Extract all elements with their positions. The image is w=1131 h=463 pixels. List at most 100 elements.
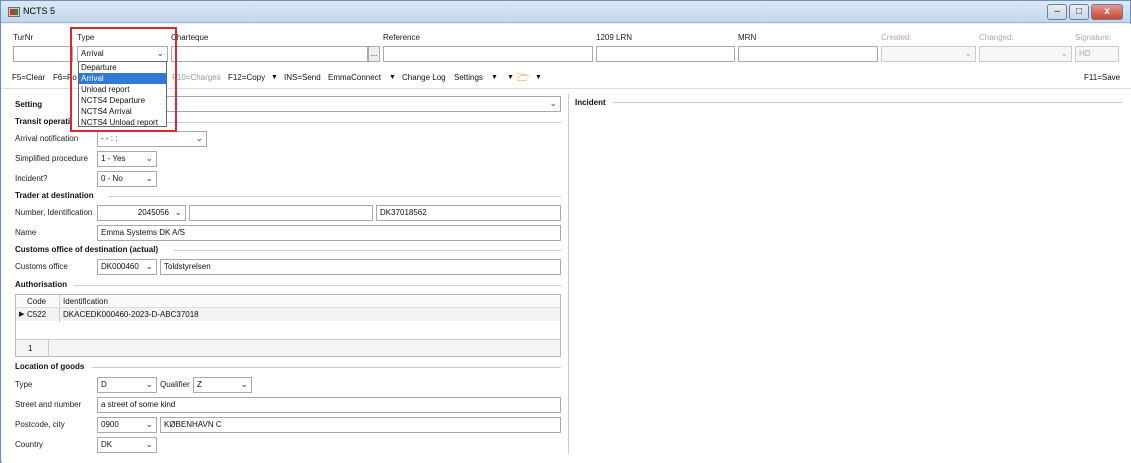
identification-input[interactable]: DK37018562 bbox=[376, 205, 561, 221]
number-select[interactable]: 2045056 ⌄ bbox=[97, 205, 186, 221]
chevron-down-icon: ⌄ bbox=[549, 98, 557, 108]
clear-button[interactable]: F5=Clear bbox=[12, 73, 45, 82]
section-divider bbox=[109, 196, 561, 197]
number-identification-label: Number, Identification bbox=[15, 208, 93, 217]
authorisation-section-title: Authorisation bbox=[15, 280, 67, 289]
city-input[interactable]: KØBENHAVN C bbox=[160, 417, 561, 433]
app-icon bbox=[8, 7, 20, 17]
location-type-select[interactable]: D ⌄ bbox=[97, 377, 157, 393]
send-button[interactable]: INS=Send bbox=[284, 73, 321, 82]
turnr-label: TurNr bbox=[13, 33, 34, 42]
column-header-code[interactable]: Code bbox=[27, 297, 46, 306]
charteque-browse-button[interactable]: ... bbox=[368, 46, 380, 62]
signature-label: Signature: bbox=[1075, 33, 1112, 42]
settings-dropdown-icon[interactable]: ▼ bbox=[491, 74, 498, 81]
chevron-down-icon: ⌄ bbox=[1060, 48, 1068, 58]
auth-identification-cell[interactable]: DKACEDK000460-2023-D-ABC37018 bbox=[63, 310, 199, 319]
simplified-procedure-select[interactable]: 1 - Yes ⌄ bbox=[97, 151, 157, 167]
section-divider bbox=[613, 102, 1122, 103]
mrn-input[interactable] bbox=[738, 46, 878, 62]
street-input[interactable]: a street of some kind bbox=[97, 397, 561, 413]
street-label: Street and number bbox=[15, 400, 82, 409]
customs-office-select[interactable]: DK000460 ⌄ bbox=[97, 259, 157, 275]
identification-extra-input[interactable] bbox=[189, 205, 373, 221]
row-count: 1 bbox=[28, 344, 33, 353]
chevron-down-icon: ⌄ bbox=[145, 439, 153, 449]
panel-divider bbox=[568, 94, 569, 454]
reference-input[interactable] bbox=[383, 46, 593, 62]
simplified-procedure-value: 1 - Yes bbox=[101, 154, 126, 163]
row-pointer-icon: ▶ bbox=[19, 311, 25, 318]
section-divider bbox=[174, 250, 561, 251]
incident-value: 0 - No bbox=[101, 174, 123, 183]
column-header-identification[interactable]: Identification bbox=[63, 297, 108, 306]
lrn-label: 1209 LRN bbox=[596, 33, 633, 42]
save-button[interactable]: F11=Save bbox=[1084, 73, 1120, 82]
arrival-notification-field[interactable]: - - : : ⌄ bbox=[97, 131, 207, 147]
charteque-input[interactable] bbox=[171, 46, 368, 62]
country-label: Country bbox=[15, 440, 44, 449]
dropdown-icon[interactable]: ▼ bbox=[507, 74, 514, 81]
chevron-down-icon: ⌄ bbox=[145, 173, 153, 183]
turnr-input[interactable] bbox=[13, 46, 73, 62]
column-divider bbox=[59, 295, 60, 322]
title-bar: NCTS 5 – □ x bbox=[1, 1, 1130, 23]
simplified-procedure-label: Simplified procedure bbox=[15, 154, 88, 163]
customs-office-name[interactable]: Toldstyrelsen bbox=[160, 259, 561, 275]
emmaconnect-dropdown-icon[interactable]: ▼ bbox=[389, 74, 396, 81]
grid-footer: 1 bbox=[16, 339, 560, 357]
emmaconnect-button[interactable]: EmmaConnect bbox=[328, 73, 381, 82]
arrival-notification-value: - - : : bbox=[101, 134, 118, 143]
chevron-down-icon: ⌄ bbox=[964, 48, 972, 58]
country-value: DK bbox=[101, 440, 113, 449]
postcode-value: 0900 bbox=[101, 420, 119, 429]
folder-dropdown-icon[interactable]: ▼ bbox=[535, 74, 542, 81]
name-input[interactable]: Emma Systems DK A/S bbox=[97, 225, 561, 241]
created-label: Created: bbox=[881, 33, 912, 42]
location-type-value: D bbox=[101, 380, 107, 389]
customs-section-title: Customs office of destination (actual) bbox=[15, 245, 159, 254]
authorisation-grid[interactable]: Code Identification ▶ C522 DKACEDK000460… bbox=[15, 294, 561, 357]
incident-panel-title: Incident bbox=[575, 98, 606, 107]
postcode-select[interactable]: 0900 ⌄ bbox=[97, 417, 157, 433]
grid-header: Code Identification bbox=[16, 295, 560, 308]
setting-label: Setting bbox=[15, 100, 43, 109]
number-value: 2045056 bbox=[137, 208, 169, 217]
name-label: Name bbox=[15, 228, 37, 237]
customs-office-label: Customs office bbox=[15, 262, 68, 271]
mrn-label: MRN bbox=[738, 33, 757, 42]
section-divider bbox=[74, 285, 561, 286]
lrn-input[interactable] bbox=[596, 46, 735, 62]
chevron-down-icon: ⌄ bbox=[174, 207, 182, 217]
app-window: NCTS 5 – □ x TurNr Type Charteque Refere… bbox=[0, 0, 1131, 463]
close-button[interactable]: x bbox=[1091, 4, 1123, 20]
created-field: ⌄ bbox=[881, 46, 976, 62]
customs-office-code: DK000460 bbox=[101, 262, 139, 271]
charges-button[interactable]: F10=Charges bbox=[172, 73, 221, 82]
chevron-down-icon: ⌄ bbox=[195, 133, 203, 143]
trader-section-title: Trader at destination bbox=[15, 191, 94, 200]
folder-icon[interactable]: 🗁 bbox=[517, 71, 529, 88]
maximize-button[interactable]: □ bbox=[1069, 4, 1089, 20]
annotation-highlight-box bbox=[70, 27, 177, 132]
chevron-down-icon: ⌄ bbox=[145, 419, 153, 429]
postcode-city-label: Postcode, city bbox=[15, 420, 65, 429]
qualifier-label: Qualifier bbox=[160, 380, 190, 389]
main-content: TurNr Type Charteque Reference 1209 LRN … bbox=[2, 24, 1131, 463]
settings-button[interactable]: Settings bbox=[454, 73, 483, 82]
window-title: NCTS 5 bbox=[23, 6, 56, 16]
footer-divider bbox=[48, 340, 49, 357]
auth-code-cell[interactable]: C522 bbox=[27, 310, 46, 319]
minimize-button[interactable]: – bbox=[1047, 4, 1067, 20]
qualifier-select[interactable]: Z ⌄ bbox=[193, 377, 252, 393]
table-row[interactable]: ▶ C522 DKACEDK000460-2023-D-ABC37018 bbox=[16, 308, 560, 321]
reference-label: Reference bbox=[383, 33, 420, 42]
location-type-label: Type bbox=[15, 380, 33, 389]
country-select[interactable]: DK ⌄ bbox=[97, 437, 157, 453]
copy-button[interactable]: F12=Copy bbox=[228, 73, 265, 82]
copy-dropdown-icon[interactable]: ▼ bbox=[271, 74, 278, 81]
changelog-button[interactable]: Change Log bbox=[402, 73, 446, 82]
changed-label: Changed: bbox=[979, 33, 1014, 42]
chevron-down-icon: ⌄ bbox=[145, 153, 153, 163]
incident-select[interactable]: 0 - No ⌄ bbox=[97, 171, 157, 187]
